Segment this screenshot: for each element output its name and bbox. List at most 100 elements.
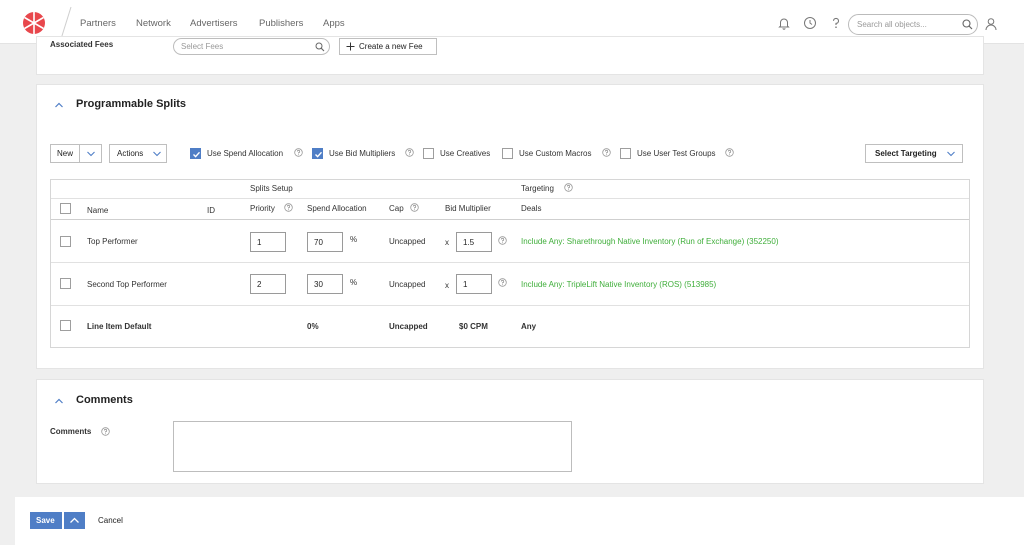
select-targeting-dropdown[interactable]: Select Targeting — [865, 144, 963, 163]
nav-publishers[interactable]: Publishers — [259, 18, 303, 29]
nav-advertisers[interactable]: Advertisers — [190, 18, 238, 29]
row-checkbox[interactable] — [60, 278, 71, 289]
search-icon — [315, 42, 325, 52]
select-targeting-label: Select Targeting — [875, 149, 937, 158]
comments-label: Comments — [50, 427, 92, 436]
default-cap: Uncapped — [389, 322, 428, 331]
column-header-id[interactable]: ID — [207, 206, 215, 215]
nav-partners[interactable]: Partners — [80, 18, 116, 29]
search-input[interactable] — [857, 18, 957, 31]
use-custom-macros-checkbox[interactable] — [502, 148, 513, 159]
table-row[interactable] — [51, 263, 969, 305]
chevron-down-icon — [152, 149, 162, 159]
spend-allocation-input[interactable] — [307, 274, 343, 294]
use-bid-multipliers-checkbox[interactable] — [312, 148, 323, 159]
use-user-test-groups-label: Use User Test Groups — [637, 149, 716, 158]
split-name[interactable]: Second Top Performer — [87, 280, 167, 289]
use-custom-macros-label: Use Custom Macros — [519, 149, 592, 158]
nav-network[interactable]: Network — [136, 18, 171, 29]
default-deals: Any — [521, 322, 537, 331]
help-circle-icon[interactable] — [498, 278, 507, 287]
percent-unit: % — [350, 278, 358, 287]
user-icon[interactable] — [984, 17, 998, 31]
default-spend: 0% — [307, 322, 319, 331]
actions-dropdown[interactable]: Actions — [109, 144, 167, 163]
help-circle-icon[interactable] — [284, 203, 293, 212]
app-logo[interactable] — [22, 11, 46, 35]
default-row-name: Line Item Default — [87, 322, 152, 331]
table-row[interactable] — [51, 220, 969, 262]
cap-value: Uncapped — [389, 280, 426, 289]
search-icon[interactable] — [962, 19, 973, 30]
help-circle-icon[interactable] — [564, 183, 573, 192]
splits-setup-header: Splits Setup — [250, 184, 293, 193]
save-button[interactable]: Save — [30, 512, 62, 529]
cancel-button[interactable]: Cancel — [98, 516, 123, 525]
help-circle-icon[interactable] — [294, 148, 303, 157]
clock-icon[interactable] — [803, 16, 817, 30]
divider — [51, 198, 969, 199]
row-checkbox[interactable] — [60, 320, 71, 331]
plus-icon — [346, 42, 355, 51]
footer-bar — [15, 497, 1024, 545]
use-spend-allocation-checkbox[interactable] — [190, 148, 201, 159]
spend-allocation-input[interactable] — [307, 232, 343, 252]
create-fee-label: Create a new Fee — [359, 42, 423, 51]
chevron-up-icon[interactable] — [54, 396, 64, 406]
priority-input[interactable] — [250, 232, 286, 252]
column-header-bid-multiplier[interactable]: Bid Multiplier — [445, 204, 491, 213]
section-title: Comments — [76, 394, 133, 406]
row-checkbox[interactable] — [60, 236, 71, 247]
help-circle-icon[interactable] — [498, 236, 507, 245]
multiply-sign: x — [445, 281, 449, 290]
fees-select-placeholder: Select Fees — [181, 42, 224, 51]
help-circle-icon[interactable] — [410, 203, 419, 212]
chevron-up-icon[interactable] — [54, 100, 64, 110]
column-header-priority[interactable]: Priority — [250, 204, 275, 213]
help-circle-icon[interactable] — [405, 148, 414, 157]
use-creatives-checkbox[interactable] — [423, 148, 434, 159]
associated-fees-label: Associated Fees — [50, 40, 114, 49]
chevron-down-icon — [86, 149, 96, 159]
chevron-down-icon — [946, 149, 956, 159]
bid-multiplier-input[interactable] — [456, 232, 492, 252]
column-header-deals[interactable]: Deals — [521, 204, 541, 213]
deal-targeting-link[interactable]: Include Any: Sharethrough Native Invento… — [521, 237, 779, 246]
divider — [79, 145, 80, 162]
column-header-cap[interactable]: Cap — [389, 204, 404, 213]
chevron-up-icon — [69, 515, 80, 526]
help-circle-icon[interactable] — [725, 148, 734, 157]
table-row — [51, 306, 969, 347]
targeting-header: Targeting — [521, 184, 554, 193]
select-all-checkbox[interactable] — [60, 203, 71, 214]
save-options-button[interactable] — [64, 512, 85, 529]
priority-input[interactable] — [250, 274, 286, 294]
use-spend-allocation-label: Use Spend Allocation — [207, 149, 284, 158]
percent-unit: % — [350, 235, 358, 244]
default-bid: $0 CPM — [459, 322, 488, 331]
bell-icon[interactable] — [777, 16, 791, 30]
multiply-sign: x — [445, 238, 449, 247]
column-header-spend-allocation[interactable]: Spend Allocation — [307, 204, 367, 213]
split-name[interactable]: Top Performer — [87, 237, 138, 246]
help-icon[interactable] — [829, 16, 843, 30]
help-circle-icon[interactable] — [602, 148, 611, 157]
section-title: Programmable Splits — [76, 98, 187, 110]
global-search[interactable] — [848, 14, 978, 35]
bid-multiplier-input[interactable] — [456, 274, 492, 294]
help-circle-icon[interactable] — [101, 427, 110, 436]
create-fee-button[interactable]: Create a new Fee — [339, 38, 437, 55]
nav-apps[interactable]: Apps — [323, 18, 345, 29]
nav-divider — [60, 6, 72, 40]
use-creatives-label: Use Creatives — [440, 149, 491, 158]
fees-select[interactable]: Select Fees — [173, 38, 330, 55]
actions-label: Actions — [117, 149, 144, 158]
cap-value: Uncapped — [389, 237, 426, 246]
use-bid-multipliers-label: Use Bid Multipliers — [329, 149, 396, 158]
deal-targeting-link[interactable]: Include Any: TripleLift Native Inventory… — [521, 280, 716, 289]
new-label: New — [57, 149, 74, 158]
column-header-name[interactable]: Name — [87, 206, 108, 215]
use-user-test-groups-checkbox[interactable] — [620, 148, 631, 159]
comments-textarea[interactable] — [173, 421, 572, 472]
new-split-dropdown[interactable]: New — [50, 144, 102, 163]
